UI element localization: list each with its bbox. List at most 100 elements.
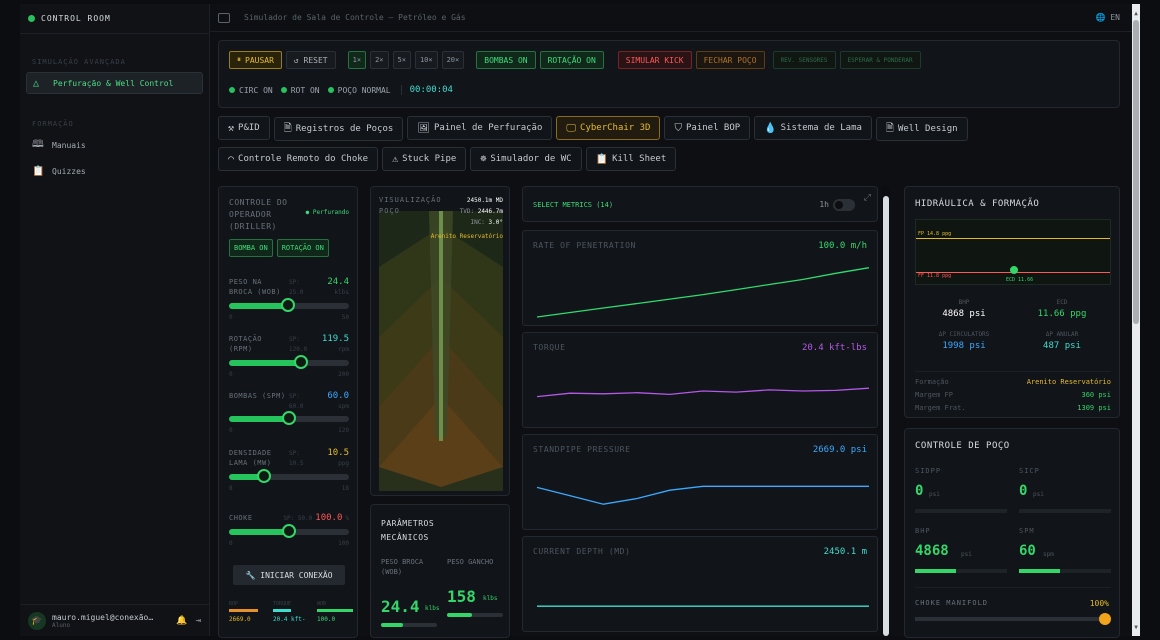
slider-label: PESO NA BROCA (WOB) (229, 278, 281, 296)
start-connection-button[interactable]: 🔧 INICIAR CONEXÃO (233, 565, 345, 585)
viz-formation: Arenito Reservatório (430, 233, 503, 240)
expand-icon[interactable]: ⤢ (864, 193, 871, 203)
series-line (536, 267, 870, 318)
mech-wob-bar-fill (381, 623, 404, 627)
rotation-on-button[interactable]: ROTAÇÃO ON (539, 51, 604, 69)
speed-2x[interactable]: 2× (370, 51, 389, 69)
sicp-bar (1019, 509, 1111, 513)
slider-fill (229, 360, 301, 366)
sidebar-toggle-icon[interactable] (218, 12, 230, 23)
slider-handle[interactable] (282, 411, 296, 425)
select-metrics-button[interactable]: SELECT METRICS (14) (533, 201, 613, 209)
close-well-button[interactable]: FECHAR POÇO (695, 51, 765, 69)
review-sensors-button[interactable]: REV. SENSORES (772, 51, 836, 69)
logout-icon[interactable]: ⇥ (196, 616, 201, 626)
dp-circ-stat: ΔP CIRCULATORS 1998 psi (915, 331, 1013, 351)
series-line (536, 485, 869, 505)
sidpp-bar (915, 509, 1007, 513)
slider-setpoint: 120.0 (289, 346, 308, 353)
user-role: Aluno (52, 621, 71, 629)
mech-hook-value: 158 (447, 587, 476, 606)
slider-track[interactable] (229, 355, 349, 369)
kv-row: Margem FP 360 psi (915, 391, 1111, 399)
choke-manifold-handle[interactable] (1099, 613, 1111, 625)
sidebar-item-manuals[interactable]: 🕮 Manuais (26, 134, 203, 156)
viz-readouts: 2450.1m MD TVD: 2446.7m INC: 3.0° (460, 195, 503, 228)
viz-tvd: 2446.7m (477, 208, 503, 215)
bell-icon[interactable]: 🔔 (176, 616, 187, 626)
language-switch[interactable]: 🌐 EN (1096, 13, 1120, 22)
choke-control: CHOKE SP: 50.0 100.0 % 0 100 (229, 513, 349, 547)
timespan-toggle[interactable] (833, 199, 855, 211)
slider-unit: spm (338, 403, 349, 410)
kv-value: 360 psi (1081, 391, 1111, 399)
well-control-title: CONTROLE DE POÇO (915, 441, 1010, 451)
tab-mud-system[interactable]: 💧 Sistema de Lama (754, 116, 872, 140)
page-scroll-thumb[interactable] (1133, 20, 1139, 324)
wc-bhp-bar (915, 569, 1007, 573)
wait-weight-button[interactable]: ESPERAR & PONDERAR (839, 51, 921, 69)
choke-value: 100.0 (315, 513, 343, 523)
rotacao-on-button[interactable]: ROTAÇÃO ON (276, 239, 329, 257)
tab-kill-sheet[interactable]: 📋 Kill Sheet (585, 147, 677, 171)
tab-pid[interactable]: ⚒ P&ID (218, 116, 270, 140)
slider-handle[interactable] (256, 469, 271, 483)
pause-button[interactable]: ⏸ PAUSAR (229, 51, 282, 69)
slider-value: 60.0 (327, 391, 349, 401)
kv-value: 1309 psi (1077, 404, 1111, 412)
slider-track[interactable] (229, 469, 349, 483)
tab-drilling-panel[interactable]: 🖼 Painel de Perfuração (407, 116, 553, 140)
mini-gauge-bar (317, 609, 353, 612)
tab-choke-remote[interactable]: ◠ Controle Remoto do Choke (218, 147, 379, 171)
tab-well-logs[interactable]: 🗎 Registros de Poços (273, 117, 404, 141)
tab-well-design[interactable]: 🗎 Well Design (875, 117, 968, 141)
choke-manifold-slider[interactable] (915, 613, 1111, 625)
tab-wc-simulator[interactable]: ☸ Simulador de WC (470, 147, 582, 171)
simulate-kick-button[interactable]: SIMULAR KICK (617, 51, 692, 69)
choke-slider-handle[interactable] (282, 524, 296, 538)
hydraulics-panel: HIDRÁULICA & FORMAÇÃO FP 14.8 ppg FF 11.… (904, 186, 1120, 418)
speed-20x[interactable]: 20× (441, 51, 465, 69)
metrics-scroll-thumb[interactable] (883, 196, 889, 636)
speed-1x[interactable]: 1× (347, 51, 367, 69)
scroll-up-icon[interactable]: ▲ (1132, 10, 1140, 18)
speed-10x[interactable]: 10× (414, 51, 438, 69)
timespan-toggle-knob (835, 201, 843, 209)
chart-current-value: 20.4 kft-lbs (801, 343, 867, 353)
mini-gauge-value: 20.4 kft- (273, 616, 306, 623)
tab-bop-panel[interactable]: ⛉ Painel BOP (664, 116, 751, 140)
speed-5x[interactable]: 5× (392, 51, 411, 69)
sidebar-item-label: Manuais (52, 140, 86, 150)
avatar[interactable]: 🎓 (28, 611, 46, 630)
sidebar-item-drilling[interactable]: △ Perfuração & Well Control (26, 72, 203, 94)
choke-slider[interactable] (229, 524, 349, 538)
slider-handle[interactable] (280, 298, 295, 312)
slider-track[interactable] (229, 411, 349, 425)
pumps-on-button[interactable]: BOMBAS ON (476, 51, 536, 69)
slider-unit: klbs (334, 289, 349, 296)
main-area: Simulador de Sala de Controle — Petróleo… (210, 4, 1140, 638)
slider-sp-label: SP: (289, 335, 300, 343)
scroll-down-icon[interactable]: ▼ (1132, 624, 1140, 632)
globe-icon: 🌐 (1095, 13, 1111, 22)
choke-manifold-value: 100% (1089, 599, 1109, 608)
bomba-on-button[interactable]: BOMBA ON (229, 239, 273, 257)
reset-button[interactable]: ↺ RESET (285, 51, 336, 69)
mini-gauge-label: TORQUE (273, 601, 292, 607)
formation-rows: Formação Arenito Reservatório Margem FP 36… (915, 371, 1111, 417)
well-visualization: VISUALIZAÇÃO POÇO 2450.1m MD TVD: 2446.7… (370, 186, 510, 496)
chart-title: CURRENT DEPTH (MD) (533, 547, 631, 556)
sidebar-item-quizzes[interactable]: 📋 Quizzes (26, 160, 203, 182)
triangle-icon: △ (33, 77, 40, 89)
tab-stuck-pipe[interactable]: ⚠ Stuck Pipe (382, 147, 467, 171)
wrench-icon: ⚒ (228, 122, 235, 134)
slider-group: PESO NA BROCA (WOB) SP: 24.4 25.0 klbs 0 50 (229, 277, 349, 321)
page-scrollbar[interactable]: ▲ ▼ (1132, 4, 1140, 636)
tab-cyberchair[interactable]: 🖵 CyberChair 3D (556, 116, 661, 140)
warning-icon: ⚠ (392, 153, 399, 165)
stat-label: ΔP ANULAR (1045, 331, 1079, 338)
slider-handle[interactable] (294, 355, 308, 369)
slider-max: 50 (341, 314, 349, 321)
slider-track[interactable] (229, 298, 349, 312)
metrics-scrollbar[interactable] (882, 186, 890, 636)
